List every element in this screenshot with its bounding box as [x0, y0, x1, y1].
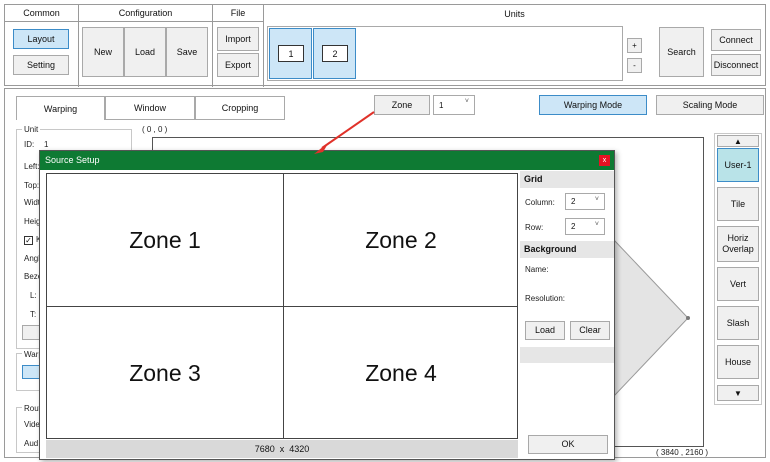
- search-button[interactable]: Search: [659, 27, 704, 77]
- save-button[interactable]: Save: [166, 27, 208, 77]
- configuration-group-title: Configuration: [79, 5, 212, 22]
- setting-button[interactable]: Setting: [13, 55, 69, 75]
- zone-3[interactable]: Zone 3: [47, 307, 283, 439]
- id-label: ID:: [24, 140, 35, 149]
- preset-horiz-overlap[interactable]: Horiz Overlap: [717, 226, 759, 262]
- preset-vert[interactable]: Vert: [717, 267, 759, 301]
- ok-button[interactable]: OK: [528, 435, 608, 454]
- remove-unit-button[interactable]: -: [627, 58, 642, 73]
- resolution-width: 7680: [254, 444, 275, 454]
- warped-shape[interactable]: [600, 240, 700, 400]
- zone-4[interactable]: Zone 4: [284, 307, 518, 439]
- new-button[interactable]: New: [82, 27, 124, 77]
- toolbar: Common Layout Setting Configuration New …: [4, 4, 766, 87]
- tab-cropping[interactable]: Cropping: [195, 96, 285, 120]
- dialog-title: Source Setup: [45, 155, 100, 165]
- unit-item-2-label: 2: [322, 45, 348, 62]
- preset-scroll-up-button[interactable]: ▲: [717, 135, 759, 147]
- grid-section-header: Grid: [520, 171, 614, 188]
- unit-item-2[interactable]: 2: [313, 28, 356, 79]
- background-section-header: Background: [520, 241, 614, 258]
- preset-tile[interactable]: Tile: [717, 187, 759, 221]
- unit-item-1-label: 1: [278, 45, 304, 62]
- resolution-label: Resolution:: [525, 294, 566, 303]
- file-group-title: File: [213, 5, 263, 22]
- resolution-x: x: [279, 444, 285, 454]
- preset-scroll-down-button[interactable]: ▼: [717, 385, 759, 401]
- bezel-t-label: T:: [30, 310, 37, 319]
- row-select[interactable]: 2 ˅: [565, 218, 605, 235]
- background-clear-button[interactable]: Clear: [570, 321, 610, 340]
- warping-mode-button[interactable]: Warping Mode: [539, 95, 647, 115]
- chevron-down-icon: ˅: [594, 221, 599, 228]
- add-unit-button[interactable]: +: [627, 38, 642, 53]
- close-icon[interactable]: x: [599, 155, 610, 166]
- tab-warping[interactable]: Warping: [16, 96, 105, 120]
- connect-button[interactable]: Connect: [711, 29, 761, 51]
- height-label: Heig: [24, 217, 41, 226]
- chevron-down-icon: ˅: [464, 98, 469, 105]
- load-config-button[interactable]: Load: [124, 27, 166, 77]
- arrow-annotation-icon: [314, 111, 375, 154]
- disconnect-button[interactable]: Disconnect: [711, 54, 761, 76]
- bezel-l-label: L:: [30, 291, 37, 300]
- tab-window[interactable]: Window: [105, 96, 195, 120]
- width-label: Widt: [24, 198, 40, 207]
- source-setup-dialog: Source Setup x Zone 1 Zone 2 Zone 3 Zone…: [39, 150, 615, 460]
- unit-title: Unit: [22, 125, 41, 134]
- zone-grid[interactable]: Zone 1 Zone 2 Zone 3 Zone 4: [46, 173, 518, 439]
- row-label: Row:: [525, 223, 544, 232]
- preview-strip: [520, 347, 614, 363]
- common-group-title: Common: [5, 5, 78, 22]
- column-select[interactable]: 2 ˅: [565, 193, 605, 210]
- preset-house[interactable]: House: [717, 345, 759, 379]
- import-button[interactable]: Import: [217, 27, 259, 51]
- canvas-extent-label: ( 3840 , 2160 ): [656, 448, 709, 457]
- resolution-bar: 7680 x 4320: [46, 440, 518, 458]
- id-value: 1: [44, 140, 49, 149]
- unit-item-1[interactable]: 1: [269, 28, 312, 79]
- canvas-origin-label: ( 0 , 0 ): [142, 125, 168, 134]
- zone-select[interactable]: 1 ˅: [433, 95, 475, 115]
- scaling-mode-button[interactable]: Scaling Mode: [656, 95, 764, 115]
- left-label: Left:: [24, 162, 40, 171]
- units-list[interactable]: 1 2: [267, 26, 623, 81]
- zone-select-value: 1: [439, 100, 444, 110]
- video-label: Vide: [24, 420, 40, 429]
- audio-label: Aud: [24, 439, 39, 448]
- export-button[interactable]: Export: [217, 53, 259, 77]
- column-select-value: 2: [571, 197, 576, 206]
- layout-button[interactable]: Layout: [13, 29, 69, 49]
- row-select-value: 2: [571, 222, 576, 231]
- units-group-title: Units: [504, 8, 525, 19]
- top-label: Top:: [24, 181, 40, 190]
- keep-checkbox[interactable]: ✓: [24, 236, 33, 245]
- chevron-down-icon: ˅: [594, 196, 599, 203]
- background-load-button[interactable]: Load: [525, 321, 565, 340]
- preset-user-1[interactable]: User-1: [717, 148, 759, 182]
- angle-label: Angl: [24, 254, 41, 263]
- column-label: Column:: [525, 198, 555, 207]
- preset-slash[interactable]: Slash: [717, 306, 759, 340]
- zone-2[interactable]: Zone 2: [284, 174, 518, 306]
- dialog-side-panel: Grid Column: 2 ˅ Row: 2 ˅ Background Nam…: [520, 171, 614, 459]
- zone-1[interactable]: Zone 1: [47, 174, 283, 306]
- resolution-height: 4320: [289, 444, 310, 454]
- name-label: Name:: [525, 265, 549, 274]
